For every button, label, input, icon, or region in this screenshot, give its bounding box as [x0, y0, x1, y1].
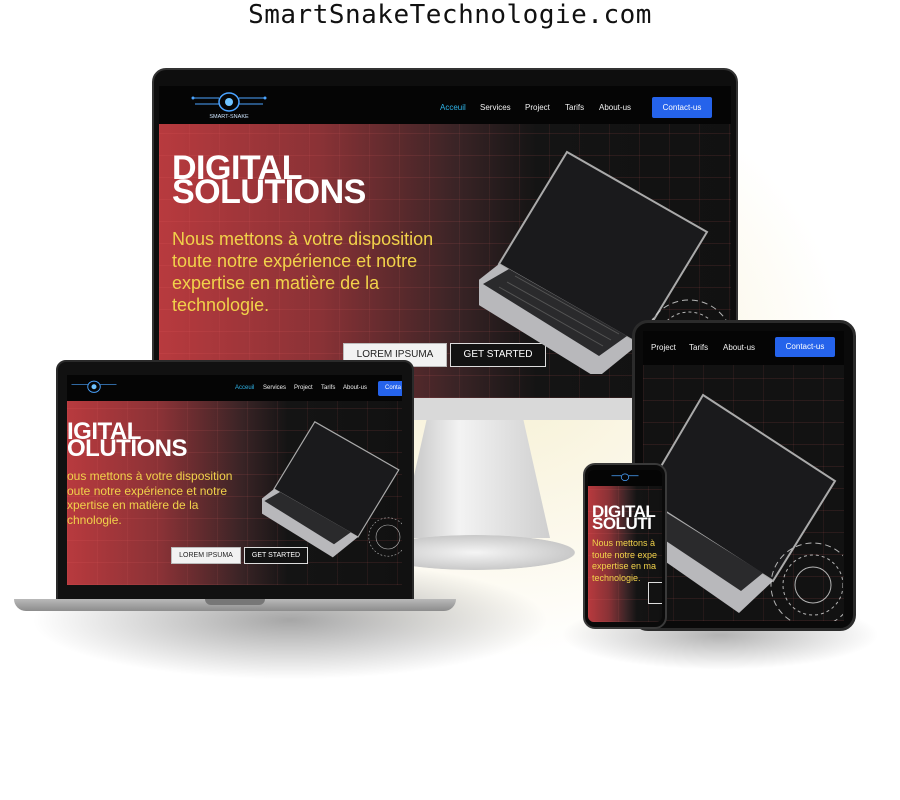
laptop-sub-line: xpertise en matière de la	[67, 498, 199, 512]
phone-hero: DIGITAL SOLUTI Nous mettons à toute notr…	[588, 486, 662, 622]
laptop-sub-line: oute notre expérience et notre	[67, 483, 228, 498]
laptop-hero: IGITAL OLUTIONS ous mettons à votre disp…	[67, 401, 402, 585]
laptop-navbar: Acceuil Services Project Tarifs About-us…	[67, 375, 402, 401]
phone-hero-subtitle: Nous mettons à toute notre expe expertis…	[592, 538, 662, 584]
laptop-logo-icon	[71, 380, 117, 393]
tablet-screen: Project Tarifs About-us Contact-us	[643, 331, 844, 621]
laptop-hero-title: IGITAL OLUTIONS	[67, 419, 188, 463]
laptop-nav-link-about-us[interactable]: About-us	[343, 385, 367, 391]
nav-link-acceuil[interactable]: Acceuil	[440, 103, 466, 112]
laptop-nav-link-acceuil[interactable]: Acceuil	[235, 385, 254, 391]
tablet-nav-link-tarifs[interactable]: Tarifs	[689, 343, 708, 352]
laptop-sub-line: chnologie.	[67, 512, 122, 527]
laptop-nav-link-project[interactable]: Project	[294, 385, 313, 391]
phone-hero-title-line2: SOLUTI	[592, 514, 652, 534]
laptop-hero-subtitle: ous mettons à votre disposition oute not…	[67, 469, 267, 527]
phone-sub-line: expertise en ma	[592, 561, 657, 571]
logo-text: SMART-SNAKE	[209, 114, 249, 120]
contact-us-button[interactable]: Contact-us	[652, 97, 712, 118]
laptop-contact-us-button[interactable]: Conta	[378, 381, 402, 396]
nav-link-about-us[interactable]: About-us	[599, 103, 631, 112]
site-title: SmartSnakeTechnologie.com	[248, 0, 652, 30]
phone-navbar	[588, 470, 662, 486]
tablet-nav-link-project[interactable]: Project	[651, 343, 676, 352]
laptop-hero-title-line2: OLUTIONS	[67, 435, 188, 463]
tablet-nav-link-about-us[interactable]: About-us	[723, 343, 755, 352]
tablet-laptop-illustration-icon	[643, 393, 843, 621]
tablet-navbar: Project Tarifs About-us Contact-us	[643, 331, 844, 365]
laptop-sub-line: ous mettons à votre disposition	[67, 469, 233, 483]
hero-title: DIGITAL SOLUTIONS	[172, 151, 366, 212]
nav-link-tarifs[interactable]: Tarifs	[565, 103, 584, 112]
nav-link-services[interactable]: Services	[480, 103, 511, 112]
laptop-nav-link-tarifs[interactable]: Tarifs	[321, 385, 335, 391]
phone-button[interactable]	[648, 582, 662, 604]
monitor-navbar: SMART-SNAKE Acceuil Services Project Tar…	[159, 86, 731, 124]
phone-sub-line: Nous mettons à	[592, 538, 656, 548]
laptop-laptop-illustration-icon	[262, 420, 402, 558]
logo-icon: SMART-SNAKE	[191, 92, 267, 120]
laptop-nav-link-services[interactable]: Services	[263, 385, 286, 391]
hero-title-line2: SOLUTIONS	[172, 173, 366, 212]
phone-sub-line: toute notre expe	[592, 549, 658, 560]
laptop-screen: Acceuil Services Project Tarifs About-us…	[67, 375, 402, 585]
laptop-notch	[205, 599, 265, 605]
phone-logo-icon	[611, 473, 639, 481]
phone-hero-title: DIGITAL SOLUTI	[592, 503, 656, 534]
phone-screen: DIGITAL SOLUTI Nous mettons à toute notr…	[588, 470, 662, 622]
tablet-hero	[643, 365, 844, 621]
nav-link-project[interactable]: Project	[525, 103, 550, 112]
tablet-contact-us-button[interactable]: Contact-us	[775, 337, 835, 357]
laptop-lorem-ipsuma-button[interactable]: LOREM IPSUMA	[171, 547, 241, 564]
hero-subtitle: Nous mettons à votre disposition toute n…	[172, 229, 434, 315]
